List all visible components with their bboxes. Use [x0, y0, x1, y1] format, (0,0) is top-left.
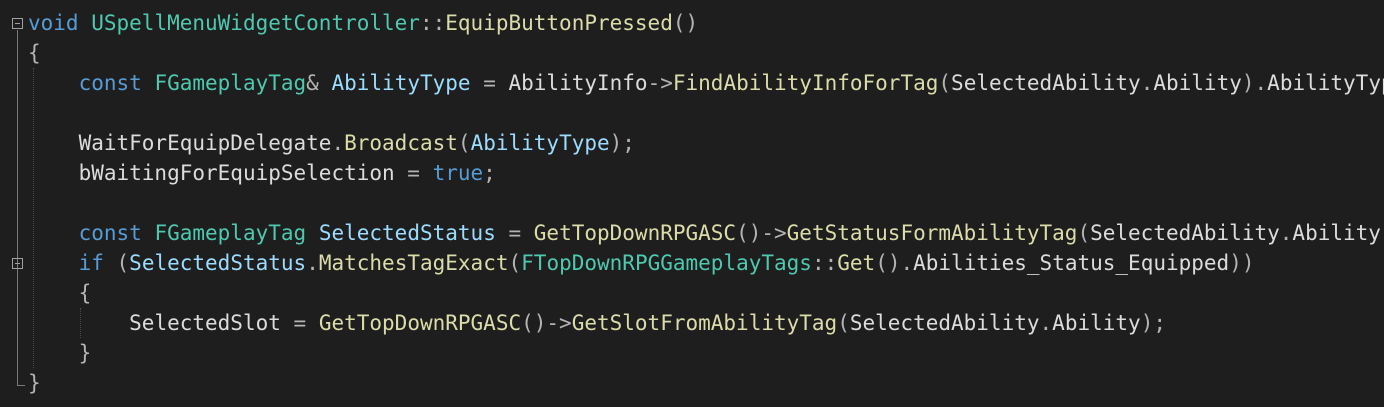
code-token: AbilityType: [331, 71, 471, 95]
code-token: Ability: [1292, 221, 1381, 245]
code-line[interactable]: if (SelectedStatus.MatchesTagExact(FTopD…: [28, 248, 1255, 278]
code-token: }: [28, 371, 41, 395]
code-token: const: [78, 221, 142, 245]
code-token: .: [1140, 71, 1154, 95]
code-token: (): [672, 11, 699, 35]
code-token: (: [103, 251, 130, 275]
code-token: if: [78, 251, 104, 275]
code-token: Broadcast: [344, 131, 458, 155]
code-line[interactable]: {: [28, 278, 92, 308]
code-token: ::: [419, 11, 446, 35]
code-token: bWaitingForEquipSelection: [78, 161, 395, 185]
code-token: Ability: [1052, 311, 1141, 335]
code-token: .: [306, 251, 319, 275]
code-token: true: [432, 161, 484, 185]
code-token: FGameplayTag: [154, 71, 307, 95]
code-token: AbilityType: [1267, 71, 1384, 95]
code-token: .: [1039, 311, 1053, 335]
code-token: GetTopDownRPGASC: [318, 311, 522, 335]
code-token: (: [508, 251, 522, 275]
code-line[interactable]: bWaitingForEquipSelection = true;: [28, 158, 496, 188]
code-token: FindAbilityInfoForTag: [672, 71, 939, 95]
code-token: (: [837, 311, 850, 335]
code-token: ::: [811, 251, 838, 275]
code-token: SelectedStatus: [129, 251, 307, 275]
code-line[interactable]: const FGameplayTag& AbilityType = Abilit…: [28, 68, 1384, 98]
code-token: const: [78, 71, 142, 95]
code-token: AbilityInfo: [508, 71, 648, 95]
code-token: USpellMenuWidgetController: [91, 11, 420, 35]
fold-range-line: [17, 30, 18, 385]
code-token: ()->: [521, 311, 572, 335]
code-line[interactable]: {: [28, 38, 41, 68]
code-line[interactable]: const FGameplayTag SelectedStatus = GetT…: [28, 218, 1384, 248]
code-token: =: [495, 221, 534, 245]
code-token: );: [609, 131, 635, 155]
code-token: .: [331, 131, 345, 155]
code-token: {: [28, 41, 41, 65]
code-token: SelectedAbility: [849, 311, 1040, 335]
code-token: SelectedAbility: [1090, 221, 1280, 245]
code-token: SelectedSlot: [129, 311, 281, 335]
code-token: &: [306, 71, 319, 95]
code-token: Abilities_Status_Equipped: [913, 251, 1230, 275]
collapse-if-block-icon[interactable]: [12, 258, 23, 269]
code-token: ().: [875, 251, 914, 275]
code-token: {: [78, 281, 92, 305]
code-token: GetSlotFromAbilityTag: [571, 311, 838, 335]
code-token: GetTopDownRPGASC: [533, 221, 737, 245]
collapse-function-icon[interactable]: [12, 18, 23, 29]
code-line[interactable]: void USpellMenuWidgetController::EquipBu…: [28, 8, 698, 38]
code-token: MatchesTagExact: [318, 251, 509, 275]
code-token: ;: [483, 161, 496, 185]
code-editor[interactable]: void USpellMenuWidgetController::EquipBu…: [0, 0, 1384, 407]
code-line[interactable]: SelectedSlot = GetTopDownRPGASC()->GetSl…: [28, 308, 1166, 338]
code-token: ()->: [736, 221, 787, 245]
code-token: }: [78, 341, 92, 365]
code-token: AbilityType: [470, 131, 610, 155]
code-token: (: [1077, 221, 1091, 245]
code-token: =: [394, 161, 433, 185]
code-line[interactable]: }: [28, 338, 92, 368]
code-line[interactable]: WaitForEquipDelegate.Broadcast(AbilityTy…: [28, 128, 635, 158]
code-token: WaitForEquipDelegate: [78, 131, 332, 155]
code-token: GetStatusFormAbilityTag: [786, 221, 1078, 245]
code-token: void: [28, 11, 79, 35]
code-token: (: [938, 71, 952, 95]
code-token: ).: [1241, 71, 1268, 95]
code-token: =: [280, 311, 319, 335]
fold-range-end: [17, 385, 25, 386]
code-token: =: [470, 71, 509, 95]
code-token: ->: [647, 71, 673, 95]
code-token: )): [1229, 251, 1255, 275]
code-token: FGameplayTag: [154, 221, 307, 245]
code-token: Ability: [1153, 71, 1242, 95]
code-token: Get: [837, 251, 876, 275]
code-token: FTopDownRPGGameplayTags: [521, 251, 812, 275]
code-token: .: [1279, 221, 1293, 245]
code-token: );: [1140, 311, 1166, 335]
code-line[interactable]: }: [28, 368, 41, 398]
code-token: SelectedStatus: [318, 221, 496, 245]
code-token: SelectedAbility: [951, 71, 1141, 95]
code-token: EquipButtonPressed: [445, 11, 673, 35]
code-token: (: [457, 131, 471, 155]
